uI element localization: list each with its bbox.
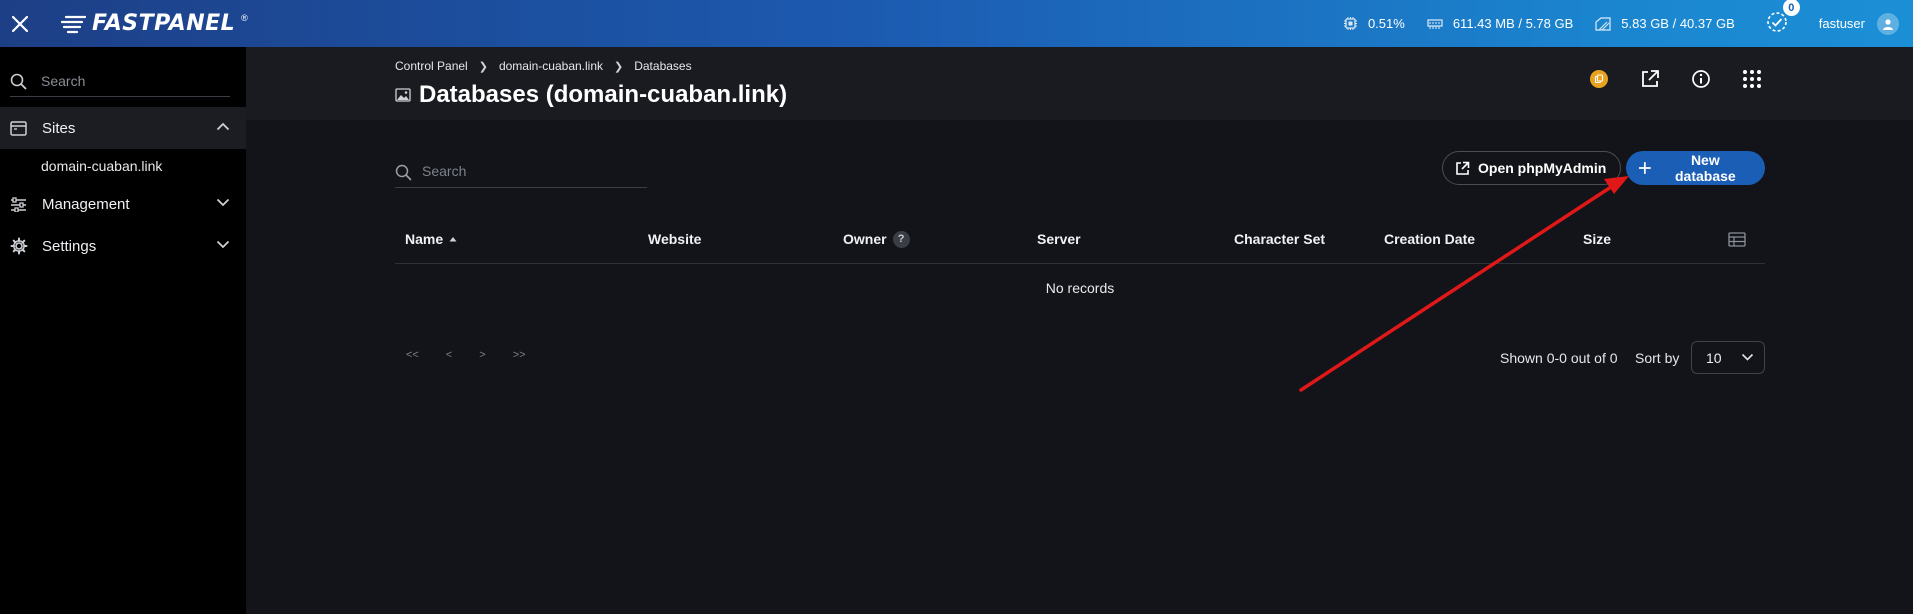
logo-text: FASTPANEL [92,11,236,36]
cpu-usage: 0.51% [1343,16,1405,31]
sidebar: Sites domain-cuaban.link Management Sett… [0,47,246,614]
new-database-label: New database [1674,152,1736,184]
first-page-button[interactable]: << [406,349,419,361]
new-database-button[interactable]: New database [1626,151,1765,185]
column-label: Size [1583,231,1612,247]
sidebar-item-management[interactable]: Management [0,183,246,225]
column-header-name[interactable]: Name [405,222,457,256]
column-header-character-set[interactable]: Character Set [1234,222,1325,256]
breadcrumb-site[interactable]: domain-cuaban.link [499,59,603,73]
table-search-input[interactable] [422,163,622,179]
sidebar-search[interactable] [10,65,230,97]
prev-page-button[interactable]: < [446,349,452,361]
disk-value: 5.83 GB / 40.37 GB [1621,16,1735,31]
plus-icon [1638,162,1651,174]
sliders-icon [11,196,26,212]
info-button[interactable] [1689,67,1713,91]
breadcrumb-control-panel[interactable]: Control Panel [395,59,468,73]
close-icon [11,15,29,32]
sidebar-item-settings[interactable]: Settings [0,225,246,267]
open-phpmyadmin-label: Open phpMyAdmin [1478,160,1607,176]
close-menu-button[interactable] [0,0,40,47]
column-label: Name [405,231,444,247]
column-settings-button[interactable] [1728,222,1746,256]
column-label: Server [1037,231,1081,247]
browser-window-icon [10,120,27,136]
help-icon[interactable]: ? [892,230,910,248]
cpu-icon [1343,17,1357,30]
breadcrumb-separator: ❯ [614,60,624,73]
open-phpmyadmin-button[interactable]: Open phpMyAdmin [1442,151,1622,185]
disk-usage: 5.83 GB / 40.37 GB [1595,16,1735,31]
bonus-coin-button[interactable] [1587,67,1611,91]
user-icon [1883,18,1893,30]
breadcrumb-databases: Databases [634,59,692,73]
column-label: Website [648,231,702,247]
column-header-website[interactable]: Website [648,222,701,256]
sidebar-item-label: Sites [42,119,76,137]
disk-icon [1595,16,1611,31]
column-label: Character Set [1234,231,1326,247]
sort-by-label: Sort by [1635,350,1680,366]
chevron-up-icon [216,122,230,131]
avatar [1877,12,1899,35]
empty-state-text: No records [1045,280,1115,296]
column-header-owner[interactable]: Owner ? [843,222,910,256]
sidebar-item-label: Settings [42,237,97,255]
page-size-select[interactable]: 10 [1691,341,1765,374]
coin-icon [1590,70,1608,88]
breadcrumb: Control Panel ❯ domain-cuaban.link ❯ Dat… [395,59,692,73]
info-icon [1692,70,1710,88]
last-page-button[interactable]: >> [513,349,526,361]
column-header-size[interactable]: Size [1583,222,1611,256]
chevron-down-icon [216,198,230,207]
table-search[interactable] [395,155,647,188]
notifications-button[interactable]: 0 [1765,0,1800,37]
page-title: Databases (domain-cuaban.link) [419,81,788,108]
column-label: Owner [843,231,887,247]
username: fastuser [1818,16,1865,31]
top-bar: FASTPANEL ® 0.51% 611.43 MB / 5.78 GB 5.… [0,0,1913,47]
open-site-button[interactable] [1638,67,1662,91]
user-menu[interactable]: fastuser [1818,12,1899,35]
chevron-down-icon [216,240,230,249]
logo-lines-icon [60,15,86,33]
search-icon [395,164,412,181]
sidebar-subitem-site[interactable]: domain-cuaban.link [0,149,246,183]
fastpanel-logo[interactable]: FASTPANEL ® [60,11,248,36]
page-header: Control Panel ❯ domain-cuaban.link ❯ Dat… [246,47,1913,120]
gear-icon [10,237,28,255]
logo-registered-mark: ® [241,13,248,23]
cpu-value: 0.51% [1367,16,1405,31]
search-icon [10,73,27,90]
column-header-creation-date[interactable]: Creation Date [1384,222,1475,256]
memory-usage: 611.43 MB / 5.78 GB [1427,16,1573,31]
memory-value: 611.43 MB / 5.78 GB [1452,16,1574,31]
table-header: Name Website Owner ? Server Character Se… [395,222,1765,264]
sidebar-item-label: Management [42,195,130,213]
sort-asc-icon [449,237,457,242]
sidebar-search-input[interactable] [41,72,221,89]
column-header-server[interactable]: Server [1037,222,1081,256]
grid-dots-icon [1743,70,1761,88]
page-size-value: 10 [1706,349,1722,366]
notification-count-badge: 0 [1782,0,1800,16]
image-placeholder-icon [395,88,411,102]
external-link-icon [1456,161,1470,175]
chevron-down-icon [1741,353,1754,361]
table-columns-icon [1728,231,1746,247]
memory-icon [1427,18,1443,29]
sidebar-item-sites[interactable]: Sites [0,107,246,149]
external-link-icon [1642,70,1659,87]
records-count-text: Shown 0-0 out of 0 [1500,350,1618,366]
pagination: << < > >> [406,349,526,361]
column-label: Creation Date [1384,231,1476,247]
breadcrumb-separator: ❯ [478,60,488,73]
sidebar-subitem-label: domain-cuaban.link [41,158,163,174]
next-page-button[interactable]: > [479,349,485,361]
page-title-row: Databases (domain-cuaban.link) [395,81,787,109]
apps-menu-button[interactable] [1740,67,1764,91]
